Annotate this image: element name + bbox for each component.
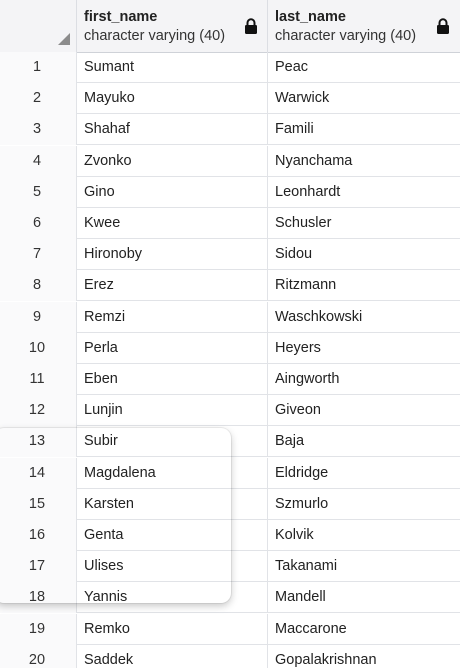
table-row[interactable]: 9 Remzi Waschkowski xyxy=(0,301,460,333)
cell-first-name[interactable]: Sumant xyxy=(77,52,268,83)
row-number[interactable]: 10 xyxy=(0,332,77,364)
table-row[interactable]: 20 Saddek Gopalakrishnan xyxy=(0,644,460,668)
row-number[interactable]: 14 xyxy=(0,457,77,489)
table-row[interactable]: 5 Gino Leonhardt xyxy=(0,176,460,208)
cell-first-name[interactable]: Genta xyxy=(77,520,268,551)
row-number[interactable]: 15 xyxy=(0,488,77,520)
cell-last-name[interactable]: Ritzmann xyxy=(268,270,460,301)
row-number[interactable]: 17 xyxy=(0,551,77,583)
lock-icon xyxy=(245,18,257,34)
cell-first-name[interactable]: Remzi xyxy=(77,301,268,333)
cell-last-name[interactable]: Peac xyxy=(268,52,460,83)
row-number[interactable]: 11 xyxy=(0,364,77,395)
column-type: character varying (40) xyxy=(275,28,417,44)
row-number[interactable]: 12 xyxy=(0,395,77,427)
row-number[interactable]: 7 xyxy=(0,239,77,271)
cell-last-name[interactable]: Baja xyxy=(268,426,460,457)
cell-first-name[interactable]: Gino xyxy=(77,176,268,208)
table-row[interactable]: 8 Erez Ritzmann xyxy=(0,270,460,302)
cell-first-name[interactable]: Perla xyxy=(77,332,268,364)
cell-first-name[interactable]: Eben xyxy=(77,364,268,395)
cell-first-name[interactable]: Saddek xyxy=(77,644,268,668)
column-header-last-name[interactable]: last_name character varying (40) xyxy=(268,0,460,52)
cell-last-name[interactable]: Nyanchama xyxy=(268,146,460,177)
row-number[interactable]: 2 xyxy=(0,83,77,115)
table-row[interactable]: 11 Eben Aingworth xyxy=(0,364,460,395)
row-number[interactable]: 18 xyxy=(0,582,77,614)
cell-last-name[interactable]: Sidou xyxy=(268,239,460,270)
cell-last-name[interactable]: Eldridge xyxy=(268,458,460,489)
row-number[interactable]: 19 xyxy=(0,613,77,645)
table-row[interactable]: 7 Hironoby Sidou xyxy=(0,239,460,271)
table-row[interactable]: 3 Shahaf Famili xyxy=(0,114,460,146)
row-number[interactable]: 20 xyxy=(0,644,77,668)
column-header-first-name[interactable]: first_name character varying (40) xyxy=(77,0,268,52)
table-row[interactable]: 18 Yannis Mandell xyxy=(0,582,460,614)
row-number[interactable]: 9 xyxy=(0,301,77,333)
cell-first-name[interactable]: Subir xyxy=(77,426,268,458)
cell-last-name[interactable]: Aingworth xyxy=(268,364,460,395)
row-number[interactable]: 8 xyxy=(0,270,77,302)
cell-first-name[interactable]: Ulises xyxy=(77,551,268,583)
cell-last-name[interactable]: Schusler xyxy=(268,208,460,239)
table-row[interactable]: 14 Magdalena Eldridge xyxy=(0,457,460,489)
lock-icon xyxy=(437,18,449,34)
cell-last-name[interactable]: Leonhardt xyxy=(268,177,460,208)
cell-first-name[interactable]: Lunjin xyxy=(77,395,268,427)
table-row[interactable]: 17 Ulises Takanami xyxy=(0,551,460,583)
table-row[interactable]: 6 Kwee Schusler xyxy=(0,208,460,239)
select-all-triangle-icon xyxy=(58,33,70,45)
column-type: character varying (40) xyxy=(84,28,226,44)
row-number[interactable]: 3 xyxy=(0,114,77,146)
cell-first-name[interactable]: Kwee xyxy=(77,208,268,239)
table-row[interactable]: 13 Subir Baja xyxy=(0,426,460,458)
cell-last-name[interactable]: Giveon xyxy=(268,395,460,426)
column-name: last_name xyxy=(275,9,346,25)
row-number[interactable]: 13 xyxy=(0,426,77,458)
cell-first-name[interactable]: Karsten xyxy=(77,488,268,520)
cell-last-name[interactable]: Gopalakrishnan xyxy=(268,645,460,668)
cell-last-name[interactable]: Mandell xyxy=(268,582,460,613)
table-row[interactable]: 1 Sumant Peac xyxy=(0,52,460,83)
cell-last-name[interactable]: Heyers xyxy=(268,333,460,364)
cell-last-name[interactable]: Szmurlo xyxy=(268,489,460,520)
table-row[interactable]: 15 Karsten Szmurlo xyxy=(0,488,460,520)
cell-first-name[interactable]: Magdalena xyxy=(77,457,268,489)
cell-first-name[interactable]: Mayuko xyxy=(77,83,268,115)
grid-header: first_name character varying (40) last_n… xyxy=(0,0,460,53)
cell-last-name[interactable]: Kolvik xyxy=(268,520,460,551)
row-number[interactable]: 6 xyxy=(0,208,77,239)
cell-first-name[interactable]: Zvonko xyxy=(77,145,268,177)
select-all-corner[interactable] xyxy=(0,0,77,52)
table-row[interactable]: 12 Lunjin Giveon xyxy=(0,395,460,427)
cell-last-name[interactable]: Takanami xyxy=(268,551,460,582)
row-number[interactable]: 4 xyxy=(0,145,77,177)
table-row[interactable]: 4 Zvonko Nyanchama xyxy=(0,145,460,177)
row-number[interactable]: 5 xyxy=(0,176,77,208)
row-number[interactable]: 1 xyxy=(0,52,77,83)
table-row[interactable]: 10 Perla Heyers xyxy=(0,332,460,364)
data-output-grid: first_name character varying (40) last_n… xyxy=(0,0,460,668)
cell-first-name[interactable]: Hironoby xyxy=(77,239,268,271)
cell-last-name[interactable]: Maccarone xyxy=(268,614,460,645)
row-number[interactable]: 16 xyxy=(0,520,77,551)
cell-last-name[interactable]: Warwick xyxy=(268,83,460,114)
column-name: first_name xyxy=(84,9,158,25)
table-row[interactable]: 19 Remko Maccarone xyxy=(0,613,460,645)
cell-first-name[interactable]: Erez xyxy=(77,270,268,302)
cell-first-name[interactable]: Yannis xyxy=(77,582,268,614)
cell-last-name[interactable]: Waschkowski xyxy=(268,302,460,333)
table-row[interactable]: 2 Mayuko Warwick xyxy=(0,83,460,115)
cell-last-name[interactable]: Famili xyxy=(268,114,460,145)
table-row[interactable]: 16 Genta Kolvik xyxy=(0,520,460,551)
cell-first-name[interactable]: Remko xyxy=(77,613,268,645)
cell-first-name[interactable]: Shahaf xyxy=(77,114,268,146)
